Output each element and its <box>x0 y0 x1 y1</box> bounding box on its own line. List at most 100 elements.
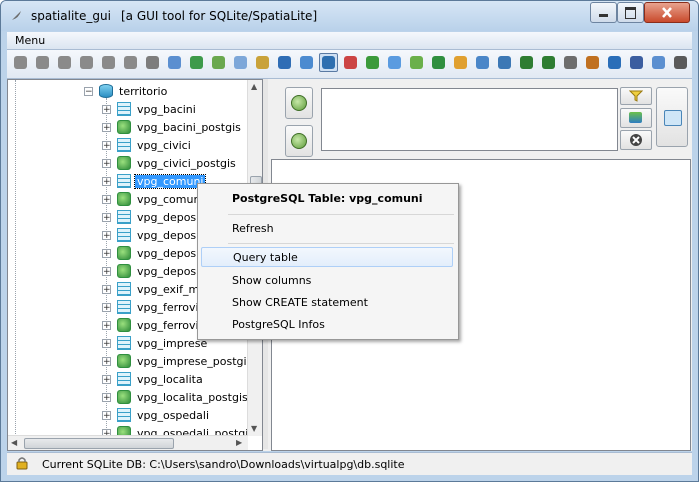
tree-node-table[interactable]: + vpg_bacini <box>102 100 198 118</box>
create-db-button[interactable] <box>55 53 74 72</box>
sql-log-button[interactable] <box>341 53 360 72</box>
tree-horizontal-scroll-thumb[interactable] <box>24 438 174 449</box>
expand-icon[interactable]: + <box>102 356 111 366</box>
wfs-button[interactable] <box>539 53 558 72</box>
tree-node-table[interactable]: + vpg_exif_m <box>102 280 201 298</box>
tree-node-table[interactable]: + vpg_localita_postgis <box>102 388 248 406</box>
tree-node-table[interactable]: + vpg_depos <box>102 208 198 226</box>
tree-node-table[interactable]: + vpg_localita <box>102 370 205 388</box>
table-icon <box>117 228 131 242</box>
expand-icon[interactable]: + <box>102 176 111 186</box>
connect-button[interactable] <box>11 53 30 72</box>
history-forward-button[interactable] <box>285 125 313 157</box>
maximize-button[interactable] <box>617 2 644 23</box>
export-button[interactable] <box>385 53 404 72</box>
export-dxf-button[interactable] <box>407 53 426 72</box>
tree-node-label: territorio <box>119 84 168 98</box>
sql-input[interactable] <box>321 88 618 151</box>
scroll-down-icon[interactable]: ▼ <box>251 424 257 433</box>
menu-button[interactable]: Menu <box>15 34 45 47</box>
sql-run-button[interactable] <box>620 108 652 128</box>
tree-node-table[interactable]: + vpg_civici <box>102 136 193 154</box>
memory-db-button[interactable] <box>77 53 96 72</box>
help-button[interactable] <box>649 53 668 72</box>
scroll-right-icon[interactable]: ▶ <box>236 438 242 447</box>
expand-icon[interactable]: + <box>102 194 111 204</box>
show-create-statement-menu-item[interactable]: Show CREATE statement <box>201 292 453 312</box>
execute-query-button[interactable] <box>656 87 688 147</box>
refresh-menu-item[interactable]: Refresh <box>201 218 453 238</box>
vacuum-button[interactable] <box>143 53 162 72</box>
memory-db-save-button[interactable] <box>121 53 140 72</box>
srids-button[interactable] <box>583 53 602 72</box>
attach-icon <box>322 56 335 69</box>
expand-icon[interactable]: + <box>102 302 111 312</box>
tree-node-table[interactable]: + vpg_comuni <box>102 190 205 208</box>
load-dbf-button[interactable] <box>231 53 250 72</box>
query-table-menu-item[interactable]: Query table <box>201 247 453 267</box>
expand-icon[interactable]: + <box>102 338 111 348</box>
sql-clear-button[interactable] <box>620 130 652 150</box>
disconnect-button[interactable] <box>33 53 52 72</box>
dump-button[interactable] <box>363 53 382 72</box>
expand-icon[interactable]: + <box>102 248 111 258</box>
expand-icon[interactable]: + <box>102 158 111 168</box>
show-columns-menu-item[interactable]: Show columns <box>201 270 453 290</box>
query-view-composer-button[interactable] <box>275 53 294 72</box>
expand-icon[interactable]: + <box>102 320 111 330</box>
expand-icon[interactable]: + <box>102 104 111 114</box>
expand-icon[interactable]: + <box>102 392 111 402</box>
tree-horizontal-scrollbar[interactable]: ◀ ▶ <box>8 435 248 450</box>
load-dbf-icon <box>234 56 247 69</box>
expand-icon[interactable]: + <box>102 266 111 276</box>
expand-icon[interactable]: + <box>102 212 111 222</box>
sql-script-button[interactable] <box>165 53 184 72</box>
tree-node-label: vpg_civici <box>137 138 191 152</box>
close-button[interactable] <box>644 2 690 23</box>
tree-node-territorio[interactable]: − territorio <box>84 82 169 100</box>
memory-db-icon <box>80 56 93 69</box>
tree-node-table[interactable]: + vpg_ospedali <box>102 406 211 424</box>
gps-button[interactable] <box>517 53 536 72</box>
attach-button[interactable] <box>319 53 338 72</box>
about-button[interactable] <box>627 53 646 72</box>
scroll-left-icon[interactable]: ◀ <box>11 438 17 447</box>
virtual-shapefile-button[interactable] <box>209 53 228 72</box>
tree-node-table[interactable]: + vpg_depos <box>102 244 198 262</box>
exit-button[interactable] <box>671 53 690 72</box>
expand-icon[interactable]: + <box>102 230 111 240</box>
minimize-button[interactable] <box>590 2 617 23</box>
map-button[interactable] <box>297 53 316 72</box>
vacuum-icon <box>146 56 159 69</box>
tree-node-table[interactable]: + vpg_depos <box>102 226 198 244</box>
load-shapefile-button[interactable] <box>187 53 206 72</box>
tree-node-table[interactable]: + vpg_civici_postgis <box>102 154 238 172</box>
virtual-csv-button[interactable] <box>253 53 272 72</box>
tree-node-table[interactable]: + vpg_imprese_postgi <box>102 352 248 370</box>
expand-icon[interactable]: + <box>102 284 111 294</box>
tree-node-table[interactable]: + vpg_comuni <box>102 172 207 190</box>
expand-icon[interactable]: + <box>102 410 111 420</box>
filter-button[interactable] <box>620 87 652 105</box>
history-back-button[interactable] <box>285 87 313 119</box>
expand-icon[interactable]: + <box>102 140 111 150</box>
tree-node-table[interactable]: + vpg_bacini_postgis <box>102 118 243 136</box>
network-button[interactable] <box>473 53 492 72</box>
load-xl-button[interactable] <box>429 53 448 72</box>
virtual-xl-button[interactable] <box>451 53 470 72</box>
tree-node-table[interactable]: + vpg_imprese <box>102 334 209 352</box>
charset-button[interactable] <box>605 53 624 72</box>
postgresql-infos-menu-item[interactable]: PostgreSQL Infos <box>201 314 453 334</box>
memory-db-load-button[interactable] <box>99 53 118 72</box>
collapse-icon[interactable]: − <box>84 86 93 96</box>
exif-button[interactable] <box>495 53 514 72</box>
title-bar: spatialite_gui [a GUI tool for SQLite/Sp… <box>1 1 698 31</box>
connect-icon <box>14 56 27 69</box>
tree-node-table[interactable]: + vpg_ferrovi <box>102 316 201 334</box>
tree-node-table[interactable]: + vpg_depos <box>102 262 198 280</box>
xml-button[interactable] <box>561 53 580 72</box>
scroll-up-icon[interactable]: ▲ <box>251 82 257 91</box>
tree-node-table[interactable]: + vpg_ferrovi <box>102 298 201 316</box>
expand-icon[interactable]: + <box>102 374 111 384</box>
expand-icon[interactable]: + <box>102 122 111 132</box>
